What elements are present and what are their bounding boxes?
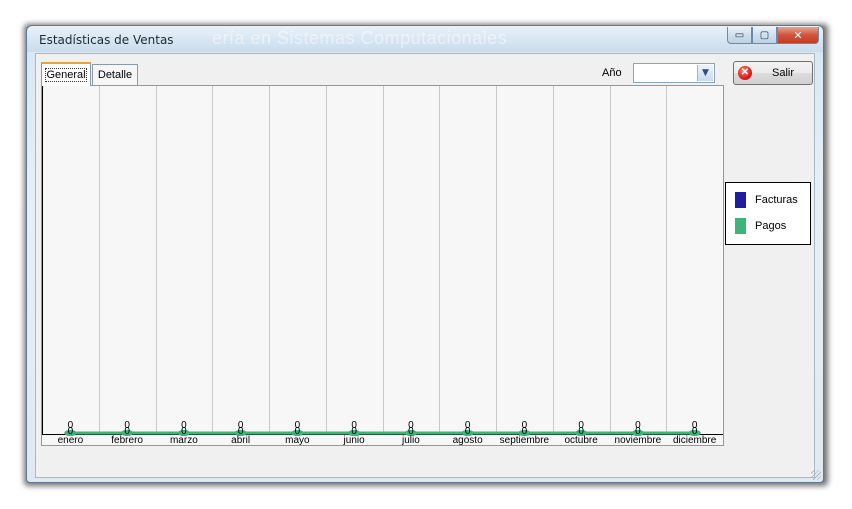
x-tick-label: septiembre <box>500 435 550 445</box>
legend-label-pagos: Pagos <box>755 220 787 232</box>
x-tick-label: octubre <box>564 435 598 445</box>
salir-label: Salir <box>772 67 795 79</box>
maximize-icon: ▢ <box>759 29 770 41</box>
tab-general[interactable]: General <box>41 62 91 86</box>
chart-legend: Facturas Pagos <box>725 182 811 245</box>
x-tick-label: marzo <box>170 435 198 445</box>
legend-item-pagos: Pagos <box>735 217 786 235</box>
x-tick-label: julio <box>401 435 420 445</box>
x-tick-label: agosto <box>453 435 483 445</box>
title-watermark: ería en Sistemas Computacionales <box>212 28 508 48</box>
window-title: Estadísticas de Ventas <box>39 33 174 47</box>
x-tick-label: mayo <box>285 435 310 445</box>
x-tick-label: abril <box>231 435 250 445</box>
year-select[interactable]: ▼ <box>633 63 715 83</box>
minimize-icon: ▭ <box>734 29 745 41</box>
close-button[interactable]: ✕ <box>777 27 819 44</box>
window-controls: ▭ ▢ ✕ <box>727 27 819 45</box>
legend-swatch-facturas <box>735 192 746 208</box>
resize-grip[interactable] <box>811 470 821 480</box>
title-bar[interactable]: ería en Sistemas Computacionales Estadís… <box>27 26 823 52</box>
x-tick-label: febrero <box>111 435 143 445</box>
x-tick-label: enero <box>58 435 84 445</box>
legend-item-facturas: Facturas <box>735 191 798 209</box>
statistics-window: ería en Sistemas Computacionales Estadís… <box>26 25 824 483</box>
year-label: Año <box>602 67 622 79</box>
x-tick-label: noviembre <box>615 435 662 445</box>
tab-general-label: General <box>45 68 87 82</box>
tab-detalle[interactable]: Detalle <box>92 64 138 85</box>
x-tick-label: junio <box>343 435 366 445</box>
client-area: General Detalle 000000000000000000000000… <box>35 53 815 478</box>
minimize-button[interactable]: ▭ <box>727 27 752 44</box>
maximize-button[interactable]: ▢ <box>752 27 777 44</box>
sales-chart: 000000000000000000000000enero febrero marz… <box>42 86 723 445</box>
chart-panel: 0 0 0 0 0 0 0 0 0 0 0 0 0 0 0 0 0 0 0 0 0 0 0 0 enero febrero marz… <box>41 85 724 446</box>
legend-swatch-pagos <box>735 218 746 234</box>
legend-label-facturas: Facturas <box>755 194 798 206</box>
close-icon: ✕ <box>793 28 803 42</box>
close-circle-icon: ✕ <box>738 66 752 80</box>
tab-detalle-label: Detalle <box>97 69 133 81</box>
x-tick-label: diciembre <box>673 435 717 445</box>
chevron-down-icon[interactable]: ▼ <box>697 65 713 81</box>
salir-button[interactable]: ✕ Salir <box>733 61 813 85</box>
